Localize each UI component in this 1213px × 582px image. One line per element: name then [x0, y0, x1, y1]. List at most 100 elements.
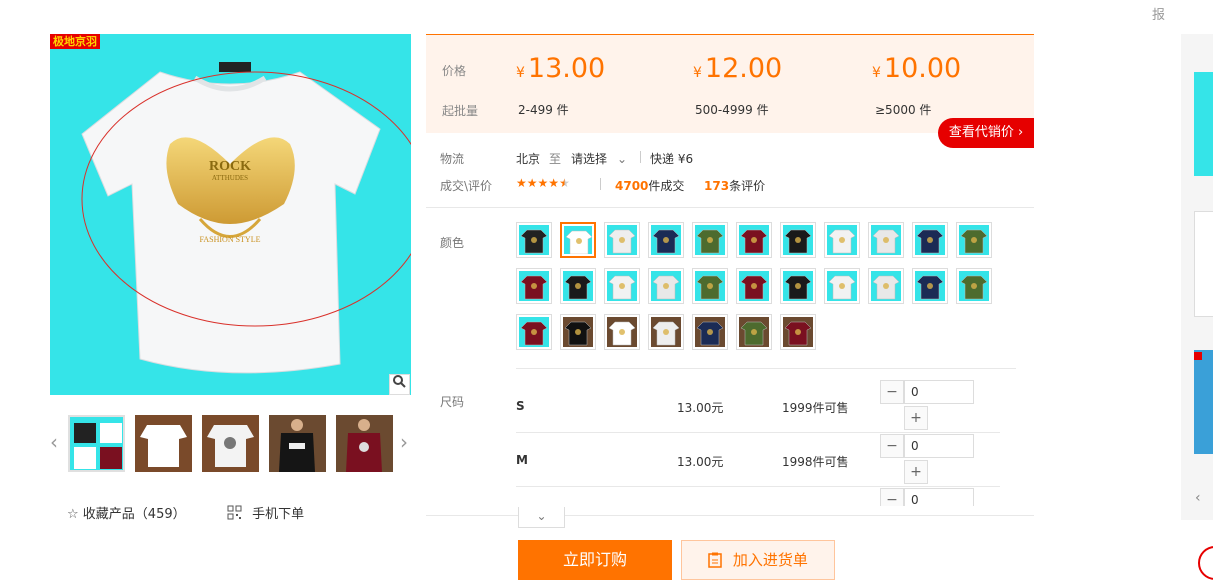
color-swatch[interactable]	[692, 268, 728, 304]
recommend-thumb-2[interactable]	[1194, 211, 1213, 317]
color-swatch[interactable]	[912, 222, 948, 258]
size-s-quantity-input[interactable]: 0	[904, 380, 974, 404]
qty-tier-1: 2-499 件	[518, 103, 569, 117]
magnifier-icon[interactable]	[389, 374, 410, 395]
ship-to-word: 至	[549, 152, 562, 166]
favorite-label: 收藏产品（459）	[82, 507, 186, 522]
color-swatch[interactable]	[780, 314, 816, 350]
color-swatch[interactable]	[692, 314, 728, 350]
buy-now-button[interactable]: 立即订购	[518, 540, 672, 580]
rank-badge	[1194, 352, 1202, 360]
size-s-decrement-button[interactable]: −	[880, 380, 904, 404]
star-icon: ★	[537, 176, 549, 190]
thumb-prev-arrow[interactable]: ‹	[50, 430, 58, 454]
size-row-3-clip: − 0	[880, 488, 980, 506]
size-row-3-decrement-button[interactable]: −	[880, 488, 904, 506]
print-fashion: FASHION STYLE	[200, 235, 261, 244]
color-swatch[interactable]	[604, 222, 640, 258]
deals-count[interactable]: 4700件成交	[615, 177, 684, 194]
color-swatch[interactable]	[736, 268, 772, 304]
color-swatch[interactable]	[516, 268, 552, 304]
clipboard-icon	[708, 544, 722, 582]
add-to-cart-button[interactable]: 加入进货单	[681, 540, 835, 580]
color-swatch[interactable]	[868, 268, 904, 304]
color-swatch[interactable]	[780, 222, 816, 258]
logistics-label: 物流	[440, 152, 465, 166]
floating-service-icon[interactable]	[1198, 546, 1213, 580]
thumbnail-2[interactable]	[135, 415, 192, 472]
color-swatch[interactable]	[692, 222, 728, 258]
color-swatch[interactable]	[648, 222, 684, 258]
color-swatch[interactable]	[736, 314, 772, 350]
thumb-next-arrow[interactable]: ›	[400, 430, 408, 454]
qr-code-icon	[227, 505, 242, 524]
color-swatch[interactable]	[956, 268, 992, 304]
expand-sizes-toggle[interactable]: ⌄	[518, 507, 565, 528]
color-swatch[interactable]	[956, 222, 992, 258]
color-swatch[interactable]	[648, 268, 684, 304]
price-tier-3: ¥10.00	[872, 53, 962, 84]
chevron-down-icon: ⌄	[617, 152, 628, 166]
size-s-name: S	[516, 399, 525, 413]
size-s-price: 13.00元	[677, 401, 724, 415]
price-label: 价格	[442, 64, 467, 78]
star-icon: ★	[526, 176, 538, 190]
color-swatch[interactable]	[560, 268, 596, 304]
reviews-count[interactable]: 173条评价	[704, 177, 765, 194]
ship-from: 北京	[516, 152, 541, 166]
half-star-icon: ★	[559, 176, 570, 190]
recommend-thumb-3[interactable]	[1194, 350, 1213, 454]
size-m-quantity-input[interactable]: 0	[904, 434, 974, 458]
size-label: 尺码	[440, 395, 465, 409]
thumbnail-1[interactable]	[68, 415, 125, 472]
color-swatch[interactable]	[824, 222, 860, 258]
size-s-increment-button[interactable]: +	[904, 406, 928, 430]
star-icon: ★	[516, 176, 527, 190]
color-swatch[interactable]	[560, 222, 596, 258]
price-tier-1: ¥13.00	[516, 53, 606, 84]
size-row-3-quantity-input[interactable]: 0	[904, 488, 974, 506]
right-recommend-rail: ‹	[1181, 34, 1213, 520]
divider	[516, 368, 1016, 369]
color-swatch[interactable]	[912, 268, 948, 304]
thumbnail-3[interactable]	[202, 415, 259, 472]
divider	[516, 486, 1000, 487]
rail-prev-arrow[interactable]: ‹	[1195, 490, 1201, 506]
price-panel: 价格 起批量 ¥13.00 ¥12.00 ¥10.00 2-499 件 500-…	[426, 34, 1034, 133]
recommend-thumb-1[interactable]	[1194, 72, 1213, 176]
favorite-product[interactable]: ☆ 收藏产品（459）	[67, 503, 186, 522]
mobile-order[interactable]: 手机下单	[227, 503, 304, 524]
add-to-cart-label: 加入进货单	[732, 551, 808, 569]
print-atthudes: ATTHUDES	[212, 174, 248, 182]
color-swatch[interactable]	[516, 222, 552, 258]
express-fee: 快递 ¥6	[650, 152, 694, 166]
star-rating: ★★★★★	[516, 176, 570, 190]
size-m-stock: 1998件可售	[782, 455, 849, 469]
moq-label: 起批量	[442, 104, 479, 118]
color-swatch[interactable]	[780, 268, 816, 304]
thumbnail-5[interactable]	[336, 415, 393, 472]
divider	[640, 151, 641, 163]
thumbnail-4[interactable]	[269, 415, 326, 472]
divider	[516, 432, 1000, 433]
size-m-increment-button[interactable]: +	[904, 460, 928, 484]
view-agent-price-button[interactable]: 查看代销价 ›	[938, 118, 1034, 148]
tshirt-illustration: ROCK ATTHUDES FASHION STYLE	[81, 62, 411, 374]
color-swatch[interactable]	[736, 222, 772, 258]
report-link[interactable]: 报	[1152, 4, 1165, 23]
deals-reviews-label: 成交\评价	[440, 179, 493, 193]
color-swatch[interactable]	[868, 222, 904, 258]
main-product-image[interactable]: ROCK ATTHUDES FASHION STYLE	[50, 34, 411, 395]
divider	[426, 207, 1034, 208]
color-swatch[interactable]	[648, 314, 684, 350]
color-swatch[interactable]	[824, 268, 860, 304]
color-swatch[interactable]	[604, 268, 640, 304]
print-rock: ROCK	[209, 159, 251, 174]
price-tier-2: ¥12.00	[693, 53, 783, 84]
qty-tier-3: ≥5000 件	[875, 103, 932, 117]
color-swatch[interactable]	[560, 314, 596, 350]
destination-select[interactable]: 请选择 ⌄	[571, 150, 627, 167]
size-m-decrement-button[interactable]: −	[880, 434, 904, 458]
color-swatch[interactable]	[516, 314, 552, 350]
color-swatch[interactable]	[604, 314, 640, 350]
